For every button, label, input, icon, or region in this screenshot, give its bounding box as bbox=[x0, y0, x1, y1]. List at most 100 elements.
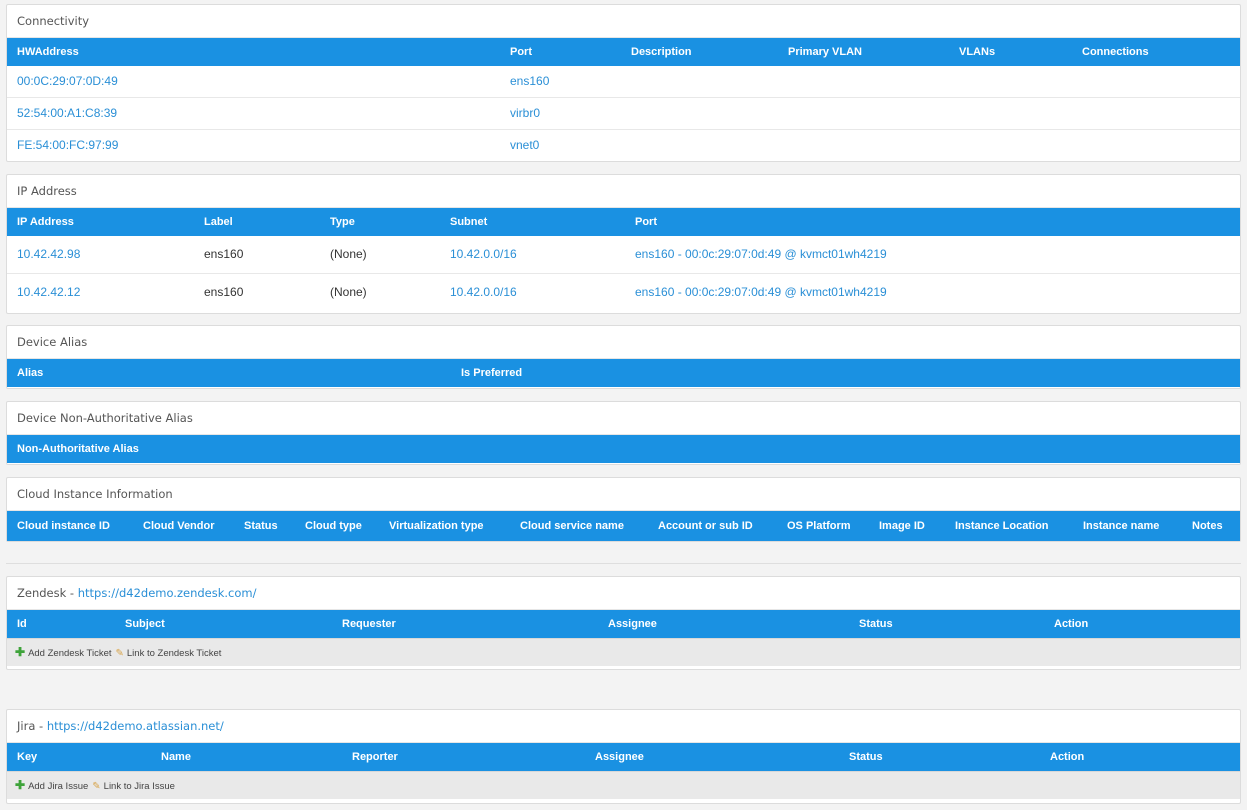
col-requester[interactable]: Requester bbox=[342, 610, 396, 638]
ip-rows: 10.42.42.98 ens160 (None) 10.42.0.0/16 e… bbox=[7, 236, 1240, 311]
cloud-instance-panel: Cloud Instance Information Cloud instanc… bbox=[6, 477, 1241, 542]
col-reporter[interactable]: Reporter bbox=[352, 743, 398, 771]
col-notes[interactable]: Notes bbox=[1192, 511, 1223, 541]
cloud-instance-title: Cloud Instance Information bbox=[7, 478, 1240, 511]
table-row: 52:54:00:A1:C8:39 virbr0 bbox=[7, 97, 1240, 129]
col-action[interactable]: Action bbox=[1054, 610, 1088, 638]
alias-table-header: Alias Is Preferred bbox=[7, 359, 1240, 387]
col-hwaddress[interactable]: HWAddress bbox=[17, 38, 79, 66]
subnet-link[interactable]: 10.42.0.0/16 bbox=[450, 274, 517, 311]
col-cloud-service-name[interactable]: Cloud service name bbox=[520, 511, 624, 541]
device-alias-title: Device Alias bbox=[7, 326, 1240, 359]
col-non-auth-alias[interactable]: Non-Authoritative Alias bbox=[17, 435, 139, 463]
col-alias[interactable]: Alias bbox=[17, 359, 43, 387]
plus-icon: ✚ bbox=[15, 645, 26, 659]
col-instance-name[interactable]: Instance name bbox=[1083, 511, 1159, 541]
cloud-table-header: Cloud instance ID Cloud Vendor Status Cl… bbox=[7, 511, 1240, 541]
connectivity-rows: 00:0C:29:07:0D:49 ens160 52:54:00:A1:C8:… bbox=[7, 66, 1240, 161]
hwaddress-link[interactable]: 52:54:00:A1:C8:39 bbox=[17, 98, 117, 129]
link-zendesk-ticket-button[interactable]: ✎ Link to Zendesk Ticket bbox=[116, 648, 222, 659]
section-divider bbox=[6, 563, 1241, 564]
col-instance-location[interactable]: Instance Location bbox=[955, 511, 1049, 541]
port-link[interactable]: vnet0 bbox=[510, 130, 539, 161]
jira-table-header: Key Name Reporter Assignee Status Action bbox=[7, 743, 1240, 771]
link-jira-issue-button[interactable]: ✎ Link to Jira Issue bbox=[92, 781, 175, 792]
non-auth-table-header: Non-Authoritative Alias bbox=[7, 435, 1240, 463]
col-assignee[interactable]: Assignee bbox=[595, 743, 644, 771]
ip-link[interactable]: 10.42.42.12 bbox=[17, 274, 80, 311]
table-row: 10.42.42.12 ens160 (None) 10.42.0.0/16 e… bbox=[7, 273, 1240, 311]
add-zendesk-ticket-label: Add Zendesk Ticket bbox=[28, 648, 112, 659]
zendesk-panel: Zendesk - https://d42demo.zendesk.com/ I… bbox=[6, 576, 1241, 670]
col-os-platform[interactable]: OS Platform bbox=[787, 511, 851, 541]
add-jira-issue-button[interactable]: ✚ Add Jira Issue bbox=[15, 778, 89, 792]
col-ip-address[interactable]: IP Address bbox=[17, 208, 74, 236]
connectivity-panel: Connectivity HWAddress Port Description … bbox=[6, 4, 1241, 162]
zendesk-url-link[interactable]: https://d42demo.zendesk.com/ bbox=[78, 586, 257, 600]
col-description[interactable]: Description bbox=[631, 38, 692, 66]
subnet-link[interactable]: 10.42.0.0/16 bbox=[450, 236, 517, 273]
col-id[interactable]: Id bbox=[17, 610, 27, 638]
col-cloud-instance-id[interactable]: Cloud instance ID bbox=[17, 511, 110, 541]
non-auth-alias-title: Device Non-Authoritative Alias bbox=[7, 402, 1240, 435]
col-connections[interactable]: Connections bbox=[1082, 38, 1149, 66]
jira-panel: Jira - https://d42demo.atlassian.net/ Ke… bbox=[6, 709, 1241, 804]
jira-title-prefix: Jira - bbox=[17, 719, 47, 733]
add-zendesk-ticket-button[interactable]: ✚ Add Zendesk Ticket bbox=[15, 645, 112, 659]
link-zendesk-ticket-label: Link to Zendesk Ticket bbox=[126, 648, 222, 659]
link-jira-issue-label: Link to Jira Issue bbox=[103, 781, 175, 792]
col-action[interactable]: Action bbox=[1050, 743, 1084, 771]
zendesk-title: Zendesk - https://d42demo.zendesk.com/ bbox=[7, 577, 1240, 610]
col-status[interactable]: Status bbox=[244, 511, 278, 541]
col-is-preferred[interactable]: Is Preferred bbox=[461, 359, 522, 387]
col-vlans[interactable]: VLANs bbox=[959, 38, 995, 66]
table-row: FE:54:00:FC:97:99 vnet0 bbox=[7, 129, 1240, 161]
ip-address-panel: IP Address IP Address Label Type Subnet … bbox=[6, 174, 1241, 314]
col-type[interactable]: Type bbox=[330, 208, 355, 236]
ip-type: (None) bbox=[330, 285, 367, 299]
col-port[interactable]: Port bbox=[510, 38, 532, 66]
non-auth-alias-panel: Device Non-Authoritative Alias Non-Autho… bbox=[6, 401, 1241, 465]
jira-action-bar: ✚ Add Jira Issue ✎ Link to Jira Issue bbox=[7, 771, 1240, 799]
device-alias-panel: Device Alias Alias Is Preferred bbox=[6, 325, 1241, 389]
zendesk-table-header: Id Subject Requester Assignee Status Act… bbox=[7, 610, 1240, 638]
jira-url-link[interactable]: https://d42demo.atlassian.net/ bbox=[47, 719, 224, 733]
zendesk-title-prefix: Zendesk - bbox=[17, 586, 78, 600]
port-link[interactable]: virbr0 bbox=[510, 98, 540, 129]
pencil-icon: ✎ bbox=[92, 781, 101, 792]
col-subject[interactable]: Subject bbox=[125, 610, 165, 638]
connectivity-table-header: HWAddress Port Description Primary VLAN … bbox=[7, 38, 1240, 66]
ip-address-title: IP Address bbox=[7, 175, 1240, 208]
col-port[interactable]: Port bbox=[635, 208, 657, 236]
port-link[interactable]: ens160 - 00:0c:29:07:0d:49 @ kvmct01wh42… bbox=[635, 236, 887, 273]
table-row: 10.42.42.98 ens160 (None) 10.42.0.0/16 e… bbox=[7, 236, 1240, 273]
connectivity-title: Connectivity bbox=[7, 5, 1240, 38]
col-primary-vlan[interactable]: Primary VLAN bbox=[788, 38, 862, 66]
col-cloud-vendor[interactable]: Cloud Vendor bbox=[143, 511, 215, 541]
col-cloud-type[interactable]: Cloud type bbox=[305, 511, 362, 541]
table-row: 00:0C:29:07:0D:49 ens160 bbox=[7, 66, 1240, 97]
ip-label: ens160 bbox=[204, 247, 244, 261]
col-name[interactable]: Name bbox=[161, 743, 191, 771]
zendesk-action-bar: ✚ Add Zendesk Ticket ✎ Link to Zendesk Tick… bbox=[7, 638, 1240, 666]
col-virtualization-type[interactable]: Virtualization type bbox=[389, 511, 484, 541]
col-status[interactable]: Status bbox=[859, 610, 893, 638]
col-key[interactable]: Key bbox=[17, 743, 37, 771]
col-status[interactable]: Status bbox=[849, 743, 883, 771]
col-image-id[interactable]: Image ID bbox=[879, 511, 925, 541]
jira-title: Jira - https://d42demo.atlassian.net/ bbox=[7, 710, 1240, 743]
ip-table-header: IP Address Label Type Subnet Port bbox=[7, 208, 1240, 236]
ip-label: ens160 bbox=[204, 285, 244, 299]
col-subnet[interactable]: Subnet bbox=[450, 208, 487, 236]
ip-link[interactable]: 10.42.42.98 bbox=[17, 236, 80, 273]
col-label[interactable]: Label bbox=[204, 208, 233, 236]
pencil-icon: ✎ bbox=[115, 648, 124, 659]
hwaddress-link[interactable]: 00:0C:29:07:0D:49 bbox=[17, 66, 118, 97]
port-link[interactable]: ens160 bbox=[510, 66, 549, 97]
hwaddress-link[interactable]: FE:54:00:FC:97:99 bbox=[17, 130, 118, 161]
col-account-or-sub-id[interactable]: Account or sub ID bbox=[658, 511, 753, 541]
ip-type: (None) bbox=[330, 247, 367, 261]
col-assignee[interactable]: Assignee bbox=[608, 610, 657, 638]
port-link[interactable]: ens160 - 00:0c:29:07:0d:49 @ kvmct01wh42… bbox=[635, 274, 887, 311]
add-jira-issue-label: Add Jira Issue bbox=[28, 781, 89, 792]
